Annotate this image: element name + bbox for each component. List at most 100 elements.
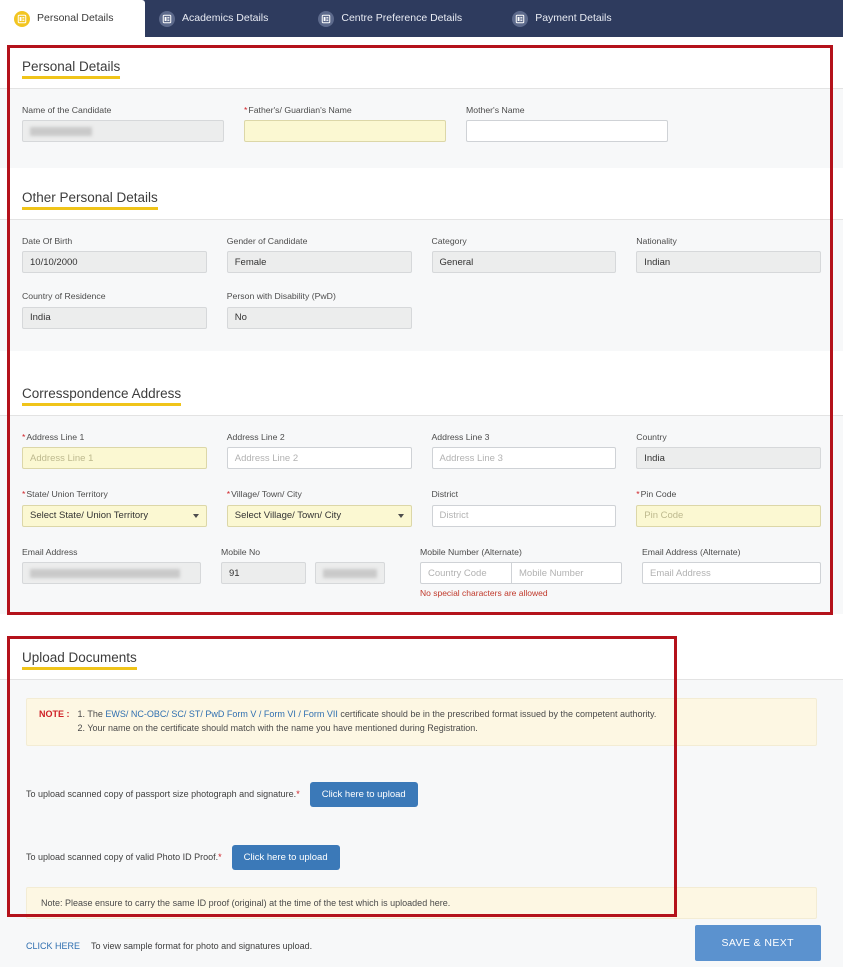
address-line-1-input[interactable]: Address Line 1 [22, 447, 207, 470]
mobile-number-input [315, 562, 385, 585]
section-title: Other Personal Details [22, 190, 158, 210]
field-state-union-territory: *State/ Union Territory Select State/ Un… [22, 489, 207, 527]
field-label: District [431, 489, 459, 500]
field-mothers-name: Mother's Name [466, 105, 668, 143]
upload-documents-section: Upload Documents NOTE : 1. The EWS/ NC-O… [0, 637, 843, 967]
correspondence-address-fields: *Address Line 1 Address Line 1 Address L… [0, 416, 843, 615]
id-card-icon [318, 10, 335, 27]
tab-label: Academics Details [182, 12, 269, 25]
certificate-forms-link[interactable]: EWS/ NC-OBC/ SC/ ST/ PwD Form V / Form V… [105, 709, 338, 719]
field-mobile-no: Mobile No 91 [221, 547, 400, 598]
tab-academics-details[interactable]: Academics Details [145, 0, 282, 37]
alt-mobile-error-message: No special characters are allowed [420, 588, 548, 599]
required-asterisk: * [244, 105, 248, 115]
redacted-value [323, 568, 377, 578]
field-label: Date Of Birth [22, 236, 73, 246]
mothers-name-input[interactable] [466, 120, 668, 143]
field-country: Country India [636, 432, 821, 470]
redacted-value [30, 126, 92, 136]
state-select-value: Select State/ Union Territory [30, 510, 149, 522]
district-input[interactable]: District [431, 504, 617, 527]
id-card-icon [512, 10, 529, 27]
field-label: Address Line 2 [226, 432, 285, 442]
tab-centre-preference-details[interactable]: Centre Preference Details [304, 0, 476, 37]
state-select[interactable]: Select State/ Union Territory [22, 504, 207, 527]
id-card-icon [159, 10, 175, 27]
fathers-name-input[interactable] [244, 120, 446, 143]
upload-documents-body: NOTE : 1. The EWS/ NC-OBC/ SC/ ST/ PwD F… [0, 680, 843, 967]
other-personal-details-fields: Date Of Birth 10/10/2000 Gender of Candi… [0, 220, 843, 351]
field-fathers-guardians-name: *Father's/ Guardian's Name [244, 105, 446, 143]
village-select-value: Select Village/ Town/ City [234, 510, 342, 522]
address-line-2-input[interactable]: Address Line 2 [226, 447, 412, 470]
required-asterisk: * [226, 489, 231, 500]
field-label: *Village/ Town/ City [226, 489, 302, 500]
address-line-3-input[interactable]: Address Line 3 [431, 447, 617, 470]
field-label: Email Address [22, 546, 78, 557]
upload-note-box: NOTE : 1. The EWS/ NC-OBC/ SC/ ST/ PwD F… [26, 698, 817, 746]
field-pin-code: *Pin Code Pin Code [636, 489, 821, 527]
tab-label: Personal Details [37, 12, 114, 25]
field-email-address-alternate: Email Address (Alternate) Email Address [642, 547, 821, 598]
field-person-with-disability: Person with Disability (PwD) No [226, 291, 412, 329]
country-input: India [636, 447, 821, 470]
nationality-input: Indian [636, 251, 821, 274]
field-label: *Address Line 1 [22, 432, 85, 442]
required-asterisk: * [636, 489, 640, 500]
pwd-input: No [226, 306, 412, 329]
alt-mobile-number-input[interactable]: Mobile Number [512, 562, 622, 585]
field-country-of-residence: Country of Residence India [22, 291, 207, 329]
personal-details-page: Personal Details Academics Details Centr… [0, 0, 843, 971]
tab-label: Centre Preference Details [341, 12, 463, 25]
correspondence-address-heading: Corresspondence Address [0, 373, 843, 416]
required-asterisk: * [22, 489, 26, 500]
village-select[interactable]: Select Village/ Town/ City [226, 504, 412, 527]
upload-documents-heading: Upload Documents [0, 637, 843, 680]
field-gender: Gender of Candidate Female [226, 236, 412, 274]
country-of-residence-input: India [22, 306, 207, 329]
field-mobile-number-alternate: Mobile Number (Alternate) Country Code M… [420, 547, 622, 598]
field-name-of-candidate: Name of the Candidate [22, 105, 224, 143]
field-village-town-city: *Village/ Town/ City Select Village/ Tow… [226, 489, 412, 527]
field-address-line-1: *Address Line 1 Address Line 1 [22, 432, 207, 470]
redacted-value [30, 568, 180, 578]
note-line-1: 1. The EWS/ NC-OBC/ SC/ ST/ PwD Form V /… [77, 709, 657, 719]
sample-format-link[interactable]: CLICK HERE [26, 941, 80, 951]
field-label: Nationality [636, 236, 677, 246]
note-list: 1. The EWS/ NC-OBC/ SC/ ST/ PwD Form V /… [78, 708, 657, 736]
field-spacer [636, 291, 821, 328]
photo-upload-button[interactable]: Click here to upload [309, 781, 418, 807]
gender-input: Female [226, 251, 412, 274]
field-label: Address Line 3 [431, 432, 490, 442]
field-district: District District [431, 489, 617, 527]
field-category: Category General [431, 236, 617, 274]
section-title: Personal Details [22, 59, 121, 79]
section-title: Corresspondence Address [22, 386, 182, 406]
personal-details-heading: Personal Details [0, 46, 843, 89]
field-date-of-birth: Date Of Birth 10/10/2000 [22, 236, 207, 274]
field-spacer [432, 291, 617, 328]
id-proof-upload-button[interactable]: Click here to upload [231, 844, 340, 870]
field-label: *State/ Union Territory [22, 489, 108, 500]
chevron-down-icon [192, 513, 199, 518]
id-proof-note-box: Note: Please ensure to carry the same ID… [26, 886, 817, 919]
field-email-address: Email Address [22, 547, 201, 598]
field-label: Country [636, 432, 667, 442]
pin-code-input[interactable]: Pin Code [636, 504, 821, 527]
tab-personal-details[interactable]: Personal Details [0, 0, 145, 37]
alt-email-address-input[interactable]: Email Address [642, 562, 821, 585]
email-address-input [22, 562, 201, 585]
candidate-name-input [22, 120, 224, 143]
sample-format-text: To view sample format for photo and sign… [91, 940, 313, 951]
required-asterisk: * [22, 432, 26, 442]
save-and-next-button[interactable]: SAVE & NEXT [694, 925, 821, 961]
tab-payment-details[interactable]: Payment Details [498, 0, 625, 37]
date-of-birth-input: 10/10/2000 [22, 251, 207, 274]
alt-mobile-country-code-input[interactable]: Country Code [420, 562, 512, 585]
id-card-icon [14, 10, 30, 27]
field-label: Mobile No [221, 546, 261, 557]
required-asterisk: * [296, 789, 300, 800]
field-label: Mother's Name [466, 105, 525, 115]
field-label: Email Address (Alternate) [642, 546, 741, 557]
correspondence-address-section: Corresspondence Address *Address Line 1 … [0, 373, 843, 615]
